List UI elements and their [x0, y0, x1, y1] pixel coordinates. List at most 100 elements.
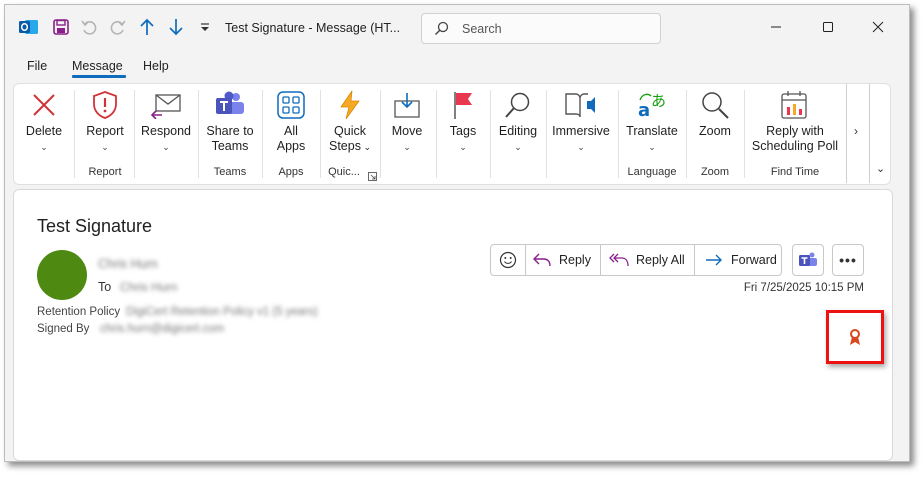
divider — [436, 90, 437, 178]
tags-label: Tags — [449, 124, 477, 138]
quick-steps-label-line1: Quick — [334, 124, 366, 138]
reply-all-arrow-icon — [609, 253, 629, 267]
redo-icon[interactable] — [108, 17, 128, 37]
window-title: Test Signature - Message (HT... — [225, 21, 401, 35]
divider — [74, 90, 75, 178]
tab-message[interactable]: Message — [72, 59, 123, 73]
avatar[interactable] — [37, 250, 87, 300]
retention-policy-label: Retention Policy — [37, 306, 121, 318]
magnifier-icon — [505, 92, 530, 118]
immersive-label: Immersive — [552, 124, 610, 138]
respond-label: Respond — [140, 124, 192, 138]
sender-name[interactable]: Chris Hurn — [98, 257, 158, 271]
reply-all-button[interactable]: Reply All — [609, 245, 699, 275]
close-button[interactable] — [865, 15, 891, 39]
chevron-down-icon: ⌄ — [459, 142, 467, 152]
customize-toolbar-dropdown-icon[interactable] — [195, 17, 215, 37]
divider — [744, 90, 745, 178]
react-button[interactable] — [491, 245, 525, 275]
teams-icon — [216, 91, 244, 114]
move-button[interactable]: Move ⌄ — [384, 88, 430, 155]
to-label: To — [98, 280, 112, 294]
divider — [320, 90, 321, 178]
collapse-ribbon-chevron-icon[interactable]: ⌄ — [876, 162, 885, 175]
group-label-report: Report — [88, 166, 122, 178]
ribbon-tabs: File Message Help — [5, 59, 305, 81]
shield-alert-icon — [93, 91, 117, 119]
chevron-down-icon: ⌄ — [403, 142, 411, 152]
ribbon: Delete ⌄ Report ⌄ Report Respond ⌄ Share… — [13, 83, 891, 185]
apps-grid-icon — [277, 91, 305, 119]
chevron-down-icon: ⌄ — [101, 142, 109, 152]
active-tab-indicator — [72, 75, 126, 78]
translate-label: Translate — [626, 124, 678, 138]
received-date: Fri 7/25/2025 10:15 PM — [743, 282, 864, 294]
reply-poll-label-line1: Reply with — [766, 124, 824, 138]
reply-label: Reply — [559, 253, 591, 267]
digital-signature-indicator[interactable] — [826, 310, 884, 364]
share-to-teams-button[interactable]: Share to Teams — [202, 88, 258, 154]
respond-button[interactable]: Respond ⌄ — [138, 88, 194, 155]
delete-button[interactable]: Delete ⌄ — [20, 88, 68, 155]
search-placeholder: Search — [462, 22, 502, 36]
envelope-reply-icon — [150, 94, 181, 119]
next-item-arrow-down-icon[interactable] — [166, 17, 186, 37]
outlook-logo-icon — [19, 17, 39, 37]
svg-text:あ: あ — [651, 92, 666, 110]
divider — [525, 245, 526, 275]
editing-button[interactable]: Editing ⌄ — [494, 88, 542, 155]
teams-chat-button[interactable] — [792, 244, 824, 276]
delete-x-icon — [33, 94, 55, 116]
undo-icon[interactable] — [79, 17, 99, 37]
minimize-button[interactable] — [763, 15, 789, 39]
chevron-down-icon: ⌄ — [648, 142, 656, 152]
retention-policy-value: DigiCert Retention Policy v1 (5 years) — [126, 306, 318, 318]
teams-icon — [799, 252, 817, 266]
share-to-teams-label-line2: Teams — [211, 139, 249, 153]
more-actions-button[interactable]: ••• — [832, 244, 864, 276]
group-label-language: Language — [627, 166, 677, 178]
chevron-down-icon: ⌄ — [514, 142, 522, 152]
previous-item-arrow-up-icon[interactable] — [137, 17, 157, 37]
ribbon-more-button[interactable]: › — [846, 84, 870, 183]
zoom-button[interactable]: Zoom — [690, 88, 740, 139]
signed-by-value: chris.hurn@digicert.com — [100, 323, 225, 335]
translate-button[interactable]: aあ Translate ⌄ — [622, 88, 682, 155]
save-icon[interactable] — [51, 17, 71, 37]
divider — [600, 245, 601, 275]
report-label: Report — [86, 124, 124, 138]
chevron-right-icon: › — [854, 124, 858, 138]
immersive-reader-button[interactable]: Immersive ⌄ — [550, 88, 612, 155]
to-recipient[interactable]: Chris Hurn — [120, 280, 177, 294]
reply-with-scheduling-poll-button[interactable]: Reply with Scheduling Poll — [748, 88, 842, 154]
reply-arrow-icon — [533, 253, 551, 267]
report-button[interactable]: Report ⌄ — [80, 88, 130, 155]
tab-file[interactable]: File — [27, 59, 47, 73]
tab-help[interactable]: Help — [143, 59, 169, 73]
maximize-button[interactable] — [815, 15, 841, 39]
quick-steps-button[interactable]: Quick Steps ⌄ — [324, 88, 376, 155]
dialog-launcher-icon[interactable] — [368, 170, 377, 181]
translate-icon: aあ — [638, 92, 666, 120]
signature-ribbon-icon — [850, 329, 860, 345]
forward-arrow-icon — [706, 254, 722, 266]
forward-label: Forward — [731, 253, 777, 267]
divider — [490, 90, 491, 178]
divider — [198, 90, 199, 178]
all-apps-button[interactable]: All Apps — [266, 88, 316, 154]
search-box[interactable]: Search — [421, 13, 661, 44]
reply-all-label: Reply All — [636, 253, 685, 267]
zoom-magnifier-icon — [702, 92, 729, 119]
divider — [380, 90, 381, 178]
message-actions: Reply Reply All Forward — [490, 244, 782, 276]
share-to-teams-label-line1: Share to — [206, 124, 254, 138]
reply-button[interactable]: Reply — [533, 245, 603, 275]
group-label-quick-steps: Quic... — [328, 166, 360, 178]
forward-button[interactable]: Forward — [705, 245, 781, 275]
reply-poll-label-line2: Scheduling Poll — [751, 139, 839, 153]
divider — [694, 245, 695, 275]
scheduling-poll-icon — [781, 91, 807, 119]
divider — [134, 90, 135, 178]
chevron-down-icon: ⌄ — [162, 142, 170, 152]
tags-button[interactable]: Tags ⌄ — [440, 88, 486, 155]
